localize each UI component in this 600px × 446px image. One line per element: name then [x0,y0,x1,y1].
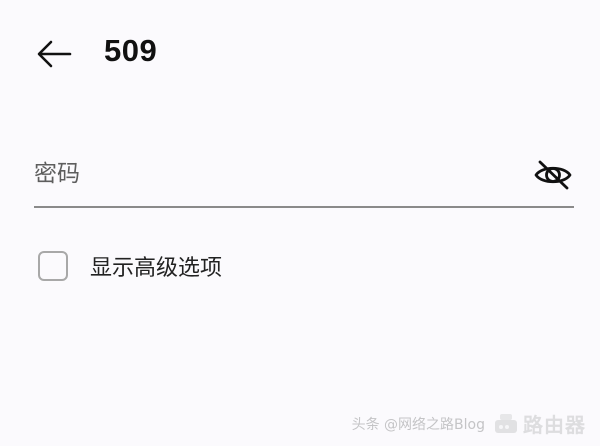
watermark-text: 头条 @网络之路Blog [351,416,485,433]
advanced-options-checkbox[interactable] [38,251,68,281]
watermark-logo: 路由器 [493,409,586,438]
advanced-options-label: 显示高级选项 [90,256,223,281]
router-icon [495,413,517,433]
watermark: 头条 @网络之路Blog 路由器 [352,409,586,438]
toggle-password-visibility-button[interactable] [532,157,574,193]
password-input[interactable] [34,154,514,194]
header: 509 [0,0,600,110]
password-field [34,148,574,208]
eye-off-icon [534,160,572,190]
back-button[interactable] [30,30,78,78]
arrow-left-icon [37,40,72,68]
page-title: 509 [104,33,158,68]
advanced-options-row[interactable]: 显示高级选项 [38,248,222,284]
watermark-brand: 路由器 [523,413,586,437]
